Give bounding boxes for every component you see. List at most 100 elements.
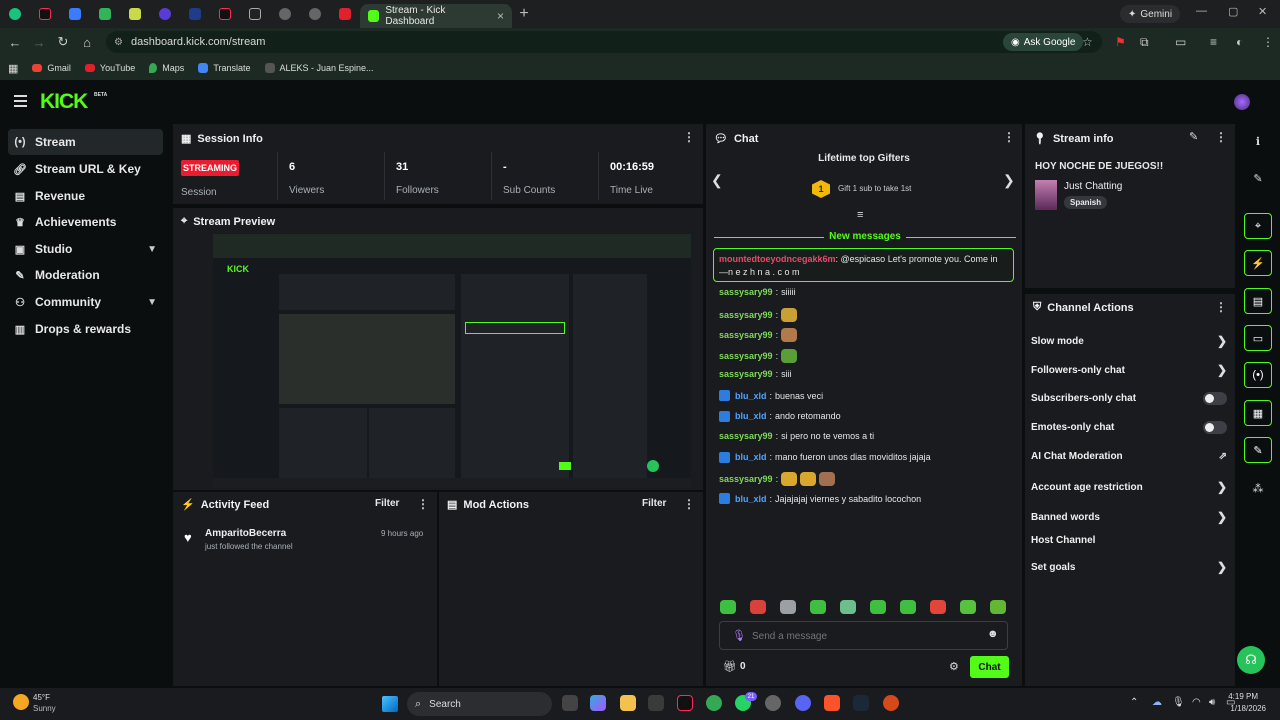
emote-icon[interactable]: [720, 600, 736, 614]
tab-favicon[interactable]: [180, 0, 210, 28]
tab-favicon[interactable]: [30, 0, 60, 28]
gemini-button[interactable]: ✦ Gemini: [1120, 5, 1181, 23]
chat-username[interactable]: sassysary99: [719, 330, 773, 340]
edit-icon[interactable]: ✎: [1189, 130, 1198, 143]
emote-icon[interactable]: [819, 472, 836, 487]
forward-icon[interactable]: →: [27, 35, 51, 50]
ask-google-button[interactable]: ◉ Ask Google: [1003, 33, 1084, 51]
action-host-channel[interactable]: Host Channel: [1031, 535, 1227, 546]
action-slow-mode[interactable]: Slow mode ❯: [1031, 334, 1227, 348]
info-icon[interactable]: ℹ: [1244, 128, 1272, 154]
menu-icon[interactable]: ⋮: [1262, 35, 1274, 49]
extension-red-icon[interactable]: ⚑: [1115, 35, 1126, 49]
emoji-icon[interactable]: ☻: [987, 628, 999, 640]
emote-icon[interactable]: [960, 600, 976, 614]
task-view-icon[interactable]: [562, 695, 578, 711]
copilot-icon[interactable]: [590, 695, 606, 711]
home-icon[interactable]: ⌂: [75, 35, 99, 50]
emote-icon[interactable]: [781, 307, 798, 322]
emote-icon[interactable]: [930, 600, 946, 614]
document-icon[interactable]: ▤: [1244, 288, 1272, 314]
wrench-icon[interactable]: ✎: [1244, 437, 1272, 463]
action-followers-only[interactable]: Followers-only chat ❯: [1031, 363, 1227, 377]
chat-username[interactable]: blu_xld: [735, 452, 767, 462]
close-window-icon[interactable]: ✕: [1258, 5, 1267, 18]
sidebar-item-moderation[interactable]: ✎ Moderation: [8, 262, 163, 288]
chat-username[interactable]: blu_xld: [735, 494, 767, 504]
discord-icon[interactable]: [795, 695, 811, 711]
apps-icon[interactable]: ▦: [8, 62, 18, 75]
chevron-up-icon[interactable]: ⌃: [1130, 697, 1138, 708]
media-icon[interactable]: ≡: [1210, 35, 1217, 49]
tab-favicon[interactable]: [300, 0, 330, 28]
new-tab-button[interactable]: +: [512, 5, 536, 23]
bookmark-youtube[interactable]: YouTube: [84, 63, 135, 73]
stream-preview-video[interactable]: KICK: [213, 234, 691, 488]
tab-favicon[interactable]: [210, 0, 240, 28]
profile-icon[interactable]: ◐: [1236, 35, 1243, 49]
action-set-goals[interactable]: Set goals ❯: [1031, 560, 1227, 574]
action-banned-words[interactable]: Banned words ❯: [1031, 510, 1227, 524]
avatar[interactable]: [1234, 94, 1250, 110]
hamburger-menu-icon[interactable]: [14, 95, 27, 110]
chevron-right-icon[interactable]: ❯: [1003, 172, 1015, 189]
camera-icon[interactable]: ⌖: [1244, 213, 1272, 239]
emotes-only-toggle[interactable]: [1203, 421, 1227, 434]
chat-username[interactable]: sassysary99: [719, 287, 773, 297]
chat-username[interactable]: sassysary99: [719, 351, 773, 361]
chat-username[interactable]: mountedtoeyodncegakk6m: [719, 254, 836, 264]
chrome-icon[interactable]: [706, 695, 722, 711]
maximize-icon[interactable]: ▢: [1228, 5, 1238, 18]
broadcast-icon[interactable]: (•): [1244, 362, 1272, 388]
openai-icon[interactable]: [765, 695, 781, 711]
chevron-left-icon[interactable]: ❮: [711, 172, 723, 189]
sidebar-item-stream-url[interactable]: 🔗︎ Stream URL & Key: [8, 156, 163, 182]
action-ai-moderation[interactable]: AI Chat Moderation ⇗: [1031, 451, 1227, 462]
more-options-icon[interactable]: ⋮: [1215, 130, 1227, 144]
pencil-icon[interactable]: ✎: [1244, 165, 1272, 191]
more-options-icon[interactable]: ⋮: [683, 130, 695, 144]
chat-bubble-icon[interactable]: ▭: [1244, 325, 1272, 351]
emote-icon[interactable]: [990, 600, 1006, 614]
chat-input[interactable]: [752, 627, 972, 645]
wifi-icon[interactable]: ◠: [1192, 697, 1201, 708]
emote-icon[interactable]: [900, 600, 916, 614]
close-icon[interactable]: ×: [497, 9, 504, 23]
windows-start-icon[interactable]: [382, 696, 398, 712]
emote-icon[interactable]: [781, 328, 798, 343]
action-account-age[interactable]: Account age restriction ❯: [1031, 480, 1227, 494]
clock-time[interactable]: 4:19 PM: [1222, 692, 1258, 701]
star-icon[interactable]: ☆: [1082, 35, 1093, 49]
more-options-icon[interactable]: ⋮: [1003, 130, 1015, 144]
send-chat-button[interactable]: Chat: [970, 656, 1009, 678]
bookmark-maps[interactable]: Maps: [149, 63, 184, 73]
chat-settings-icon[interactable]: ⚙: [949, 660, 959, 673]
extensions-icon[interactable]: ⧉: [1140, 35, 1149, 50]
mic-icon[interactable]: 🎙︎: [1172, 697, 1185, 708]
sidebar-item-stream[interactable]: (•) Stream: [8, 129, 163, 155]
chat-username[interactable]: sassysary99: [719, 369, 773, 379]
brave-icon[interactable]: [824, 695, 840, 711]
bookmark-gmail[interactable]: Gmail: [32, 63, 71, 73]
chat-username[interactable]: sassysary99: [719, 474, 773, 484]
layers-icon[interactable]: ▦: [1244, 400, 1272, 426]
tab-favicon[interactable]: [0, 0, 30, 28]
tab-favicon[interactable]: [60, 0, 90, 28]
new-messages-divider[interactable]: New messages: [706, 231, 1024, 242]
bookmark-aleks[interactable]: ALEKS - Juan Espine...: [264, 63, 374, 73]
subscribers-only-toggle[interactable]: [1203, 392, 1227, 405]
emote-icon[interactable]: [750, 600, 766, 614]
sidebar-item-drops[interactable]: ▥ Drops & rewards: [8, 316, 163, 342]
emote-icon[interactable]: [870, 600, 886, 614]
kick-logo[interactable]: KICK: [40, 90, 88, 114]
emote-icon[interactable]: [800, 472, 817, 487]
sidebar-item-revenue[interactable]: ▤ Revenue: [8, 183, 163, 209]
clock-date[interactable]: 1/18/2026: [1222, 704, 1266, 713]
weather-icon[interactable]: [13, 694, 29, 710]
taskbar-search[interactable]: ⌕ Search: [407, 692, 552, 716]
tab-favicon[interactable]: [120, 0, 150, 28]
app-icon[interactable]: [883, 695, 899, 711]
tab-favicon[interactable]: [270, 0, 300, 28]
sidebar-item-community[interactable]: ⚇ Community ▼: [8, 289, 163, 315]
more-options-icon[interactable]: ⋮: [417, 497, 429, 511]
